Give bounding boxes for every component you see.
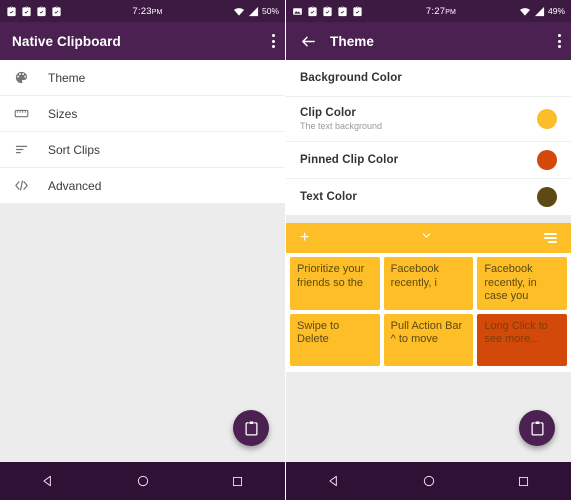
preference-title: Clip Color bbox=[300, 107, 356, 119]
sidebar-item-label: Sizes bbox=[48, 106, 78, 121]
clip-text: Prioritize your friends so the bbox=[297, 263, 365, 289]
ruler-icon bbox=[14, 106, 48, 121]
settings-list: Theme Sizes Sort Clips Advanced bbox=[0, 60, 285, 203]
sidebar-item-label: Advanced bbox=[48, 178, 102, 193]
wifi-icon bbox=[233, 7, 245, 16]
clip-text: Long Click to see more... bbox=[484, 319, 548, 346]
left-status-time: 7:23PM bbox=[62, 6, 233, 17]
clip-card[interactable]: Pull Action Bar ^ to move bbox=[383, 313, 474, 366]
recents-nav-icon[interactable] bbox=[221, 464, 255, 498]
clip-text: Pull Action Bar ^ to move bbox=[390, 319, 463, 346]
clip-card[interactable]: Facebook recently, in case you bbox=[477, 257, 567, 310]
right-time-ampm: PM bbox=[445, 8, 457, 16]
left-app-bar: Native Clipboard bbox=[0, 22, 285, 60]
clip-text: Facebook recently, i bbox=[390, 263, 439, 289]
clip-card[interactable]: Prioritize your friends so the bbox=[290, 257, 380, 310]
clipboard-notification-icon bbox=[52, 5, 61, 16]
sort-icon bbox=[14, 142, 48, 157]
back-nav-icon[interactable] bbox=[317, 464, 351, 498]
sidebar-item-theme[interactable]: Theme bbox=[0, 60, 285, 96]
clip-grid: Prioritize your friends so the Facebook … bbox=[290, 257, 567, 366]
sidebar-item-sort-clips[interactable]: Sort Clips bbox=[0, 132, 285, 168]
theme-preferences-list: Background Color Clip Color The text bac… bbox=[286, 60, 571, 215]
preference-title: Text Color bbox=[300, 191, 358, 203]
back-arrow-icon[interactable] bbox=[298, 31, 318, 51]
dual-phone-screenshot: 7:23PM 50% Native Clipboard Theme Sizes … bbox=[0, 0, 571, 500]
left-status-bar: 7:23PM 50% bbox=[0, 0, 285, 22]
preference-pinned-clip-color[interactable]: Pinned Clip Color bbox=[286, 142, 571, 179]
left-nav-bar bbox=[0, 462, 285, 500]
color-swatch-pinned[interactable] bbox=[537, 150, 557, 170]
clip-preview-area: Prioritize your friends so the Facebook … bbox=[286, 253, 571, 372]
page-title: Theme bbox=[330, 33, 375, 49]
overflow-menu-icon[interactable] bbox=[557, 34, 561, 48]
clipboard-icon bbox=[244, 421, 258, 436]
clipboard-notification-icon bbox=[22, 5, 31, 16]
right-phone-panel: 7:27PM 49% Theme Background Color Clip C… bbox=[286, 0, 571, 500]
preference-clip-color[interactable]: Clip Color The text background bbox=[286, 97, 571, 142]
overflow-menu-icon[interactable] bbox=[271, 34, 275, 48]
sidebar-item-sizes[interactable]: Sizes bbox=[0, 96, 285, 132]
signal-icon bbox=[248, 6, 259, 16]
left-status-notification-icons bbox=[6, 5, 62, 17]
sidebar-item-label: Sort Clips bbox=[48, 142, 101, 157]
clip-action-bar: + bbox=[286, 223, 571, 253]
color-swatch-text[interactable] bbox=[537, 187, 557, 207]
clipboard-fab-button[interactable] bbox=[233, 410, 269, 446]
sidebar-item-advanced[interactable]: Advanced bbox=[0, 168, 285, 203]
right-status-bar: 7:27PM 49% bbox=[286, 0, 571, 22]
preference-title: Pinned Clip Color bbox=[300, 154, 399, 166]
wifi-icon bbox=[519, 7, 531, 16]
right-nav-bar bbox=[286, 462, 571, 500]
sidebar-item-label: Theme bbox=[48, 70, 86, 85]
clip-card-pinned[interactable]: Long Click to see more... bbox=[477, 313, 567, 366]
left-status-right: 50% bbox=[233, 6, 279, 17]
right-status-notification-icons bbox=[292, 5, 363, 17]
preference-title: Background Color bbox=[300, 72, 402, 84]
code-icon bbox=[14, 178, 48, 193]
add-clip-button[interactable]: + bbox=[300, 230, 309, 246]
clipboard-notification-icon bbox=[37, 5, 46, 16]
clipboard-notification-icon bbox=[323, 5, 332, 16]
page-title: Native Clipboard bbox=[12, 33, 121, 49]
clip-text: Swipe to Delete bbox=[297, 319, 340, 346]
sort-lines-icon[interactable] bbox=[544, 233, 557, 243]
preference-text-color[interactable]: Text Color bbox=[286, 179, 571, 215]
right-status-right: 49% bbox=[519, 6, 565, 17]
left-time-ampm: PM bbox=[151, 8, 163, 16]
right-content-area bbox=[286, 371, 571, 462]
signal-icon bbox=[534, 6, 545, 16]
left-content-area bbox=[0, 203, 285, 462]
clipboard-icon bbox=[530, 421, 544, 436]
screenshot-icon bbox=[293, 7, 302, 15]
preference-background-color[interactable]: Background Color bbox=[286, 60, 571, 97]
clip-card[interactable]: Facebook recently, i bbox=[383, 257, 474, 310]
home-nav-icon[interactable] bbox=[126, 464, 160, 498]
left-battery-label: 50% bbox=[261, 6, 279, 16]
left-phone-panel: 7:23PM 50% Native Clipboard Theme Sizes … bbox=[0, 0, 285, 500]
palette-icon bbox=[14, 70, 48, 85]
home-nav-icon[interactable] bbox=[412, 464, 446, 498]
clip-card[interactable]: Swipe to Delete bbox=[290, 313, 380, 366]
right-app-bar: Theme bbox=[286, 22, 571, 60]
left-time-value: 7:23 bbox=[132, 5, 152, 17]
back-nav-icon[interactable] bbox=[31, 464, 65, 498]
preview-spacer bbox=[286, 215, 571, 223]
right-time-value: 7:27 bbox=[425, 5, 446, 17]
clipboard-notification-icon bbox=[338, 5, 347, 16]
right-status-time: 7:27PM bbox=[363, 6, 519, 17]
clipboard-fab-button[interactable] bbox=[519, 410, 555, 446]
clipboard-notification-icon bbox=[308, 5, 317, 16]
right-battery-label: 49% bbox=[547, 6, 565, 16]
preference-subtitle: The text background bbox=[300, 121, 383, 131]
color-swatch-clip[interactable] bbox=[537, 109, 557, 129]
clip-text: Facebook recently, in case you bbox=[484, 263, 537, 302]
clipboard-notification-icon bbox=[353, 5, 362, 16]
recents-nav-icon[interactable] bbox=[507, 464, 541, 498]
clipboard-notification-icon bbox=[7, 5, 16, 16]
chevron-down-icon[interactable] bbox=[420, 229, 433, 247]
